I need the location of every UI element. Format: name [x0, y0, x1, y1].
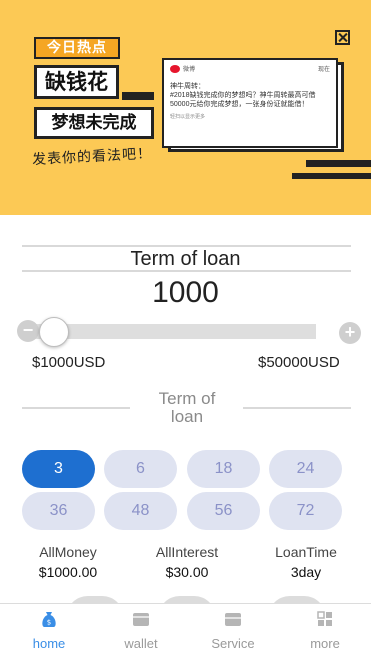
notification-app-name: 微博	[183, 67, 196, 73]
money-bag-icon: $	[42, 612, 56, 627]
banner-decor-line	[292, 173, 371, 179]
increase-amount-button[interactable]: +	[339, 322, 361, 344]
term-option-56[interactable]: 56	[187, 492, 260, 530]
tab-wallet[interactable]: wallet	[95, 604, 187, 668]
divider	[22, 245, 351, 247]
notification-footer: 轻扫以显示更多	[170, 114, 206, 120]
notification-user: 神牛周转：	[170, 83, 205, 90]
wallet-icon	[133, 613, 149, 626]
tab-label: home	[32, 636, 66, 651]
close-icon[interactable]	[335, 30, 350, 45]
notification-time: 现在	[317, 67, 330, 73]
loan-amount-value: 1000	[152, 276, 219, 309]
max-amount-label: $50000USD	[258, 354, 340, 371]
amount-slider-thumb[interactable]	[39, 317, 69, 347]
all-money-label: AllMoney	[39, 544, 97, 560]
hot-topic-banner[interactable]: 今日热点 缺钱花 梦想未完成 发表你的看法吧！ 微博 现在 神牛周转： #201…	[0, 0, 371, 215]
banner-slogan: 发表你的看法吧！	[31, 145, 153, 169]
loan-time-value: 3day	[290, 564, 322, 580]
notification-body: #2018缺钱完成你的梦想吗？神牛周转最高可借50000元给你完成梦想，一张身份…	[170, 92, 316, 108]
term-section-title: Term of loan	[143, 390, 231, 426]
tab-label: more	[310, 636, 340, 651]
all-interest-value: $30.00	[165, 564, 209, 580]
loan-time-label: LoanTime	[275, 544, 337, 560]
service-icon	[225, 613, 241, 626]
term-option-36[interactable]: 36	[22, 492, 95, 530]
svg-text:$: $	[47, 619, 51, 627]
term-option-72[interactable]: 72	[269, 492, 342, 530]
tab-more[interactable]: more	[279, 604, 371, 668]
tab-label: Service	[211, 636, 255, 651]
banner-headline-1: 缺钱花	[34, 65, 119, 99]
term-option-6[interactable]: 6	[104, 450, 177, 488]
term-title-line-2: loan	[170, 407, 204, 426]
banner-tag: 今日热点	[34, 37, 120, 59]
term-option-24[interactable]: 24	[269, 450, 342, 488]
tab-service[interactable]: Service	[187, 604, 279, 668]
bottom-tab-bar: $ home wallet Service more	[0, 603, 371, 668]
divider	[22, 270, 351, 272]
tab-home[interactable]: $ home	[3, 604, 95, 668]
divider	[22, 407, 130, 409]
term-option-18[interactable]: 18	[187, 450, 260, 488]
loan-title: Term of loan	[130, 248, 241, 270]
banner-decor-line	[306, 160, 371, 167]
min-amount-label: $1000USD	[32, 354, 106, 371]
term-title-line-1: Term of	[158, 389, 216, 408]
term-option-3[interactable]: 3	[22, 450, 95, 488]
grid-icon	[317, 611, 332, 626]
all-interest-label: AllInterest	[155, 544, 219, 560]
banner-headline-2: 梦想未完成	[34, 107, 154, 139]
decrease-amount-button[interactable]: −	[17, 320, 39, 342]
notification-card: 微博 现在 神牛周转： #2018缺钱完成你的梦想吗？神牛周转最高可借50000…	[162, 58, 338, 148]
notification-header: 微博 现在	[170, 64, 330, 73]
banner-decor-bar	[122, 92, 154, 100]
weibo-logo-icon	[170, 64, 180, 73]
divider	[243, 407, 351, 409]
tab-label: wallet	[124, 636, 158, 651]
all-money-value: $1000.00	[38, 564, 98, 580]
term-option-48[interactable]: 48	[104, 492, 177, 530]
